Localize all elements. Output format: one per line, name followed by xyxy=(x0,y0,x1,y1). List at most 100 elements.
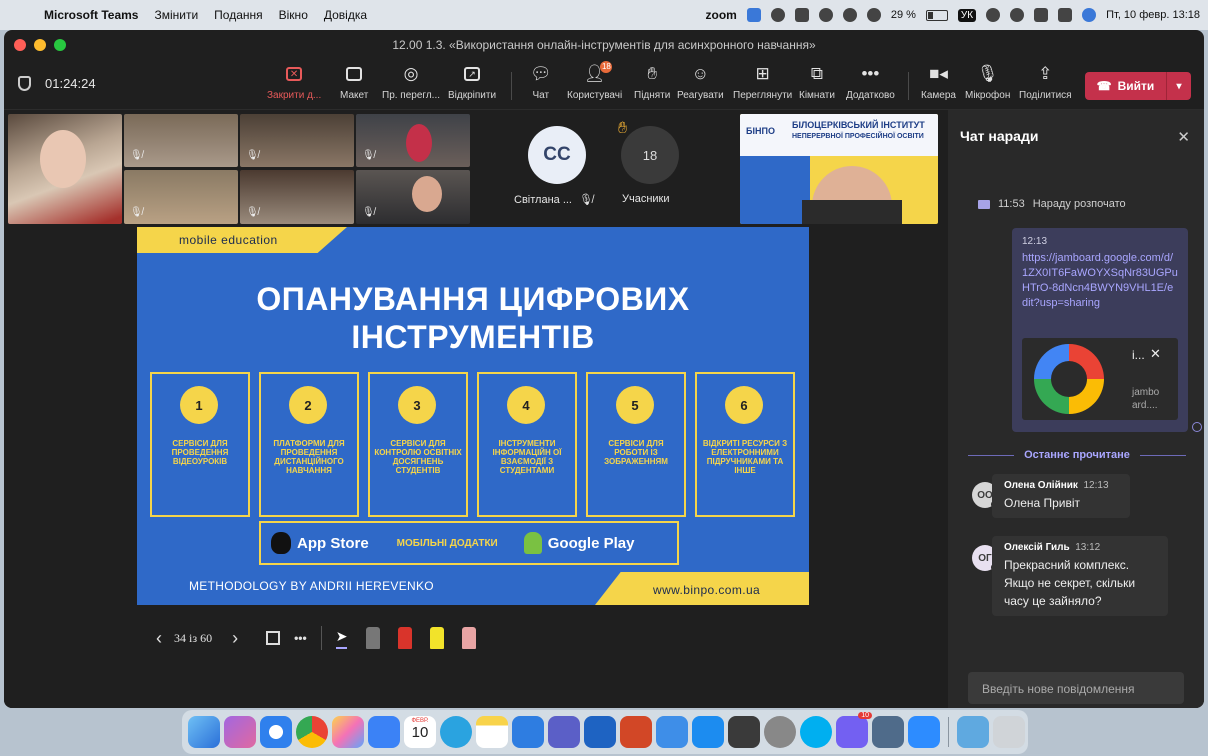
calendar-icon[interactable]: ФЕВР. 10 xyxy=(404,716,436,748)
menubar-clock[interactable]: Пт, 10 февр. 13:18 xyxy=(1106,9,1200,21)
launchpad-icon[interactable] xyxy=(224,716,256,748)
sync-icon[interactable] xyxy=(818,8,833,22)
slide-card: 2 ПЛАТФОРМИ ДЛЯ ПРОВЕДЕННЯ ДИСТАНЦІЙНОГО… xyxy=(259,372,359,517)
previous-slide-chevron-icon[interactable]: ‹ xyxy=(156,628,162,649)
siri-icon[interactable] xyxy=(1082,8,1097,22)
dropbox-app-icon[interactable] xyxy=(512,716,544,748)
meeting-toolbar: 01:24:24 ✕ Закрити д... Макет ◎ Пр. пере… xyxy=(4,60,1204,110)
word-icon[interactable] xyxy=(584,716,616,748)
app-stores-box: App Store МОБІЛЬНІ ДОДАТКИ Google Play xyxy=(259,521,679,565)
close-chat-icon[interactable]: ✕ xyxy=(1177,128,1190,146)
notes-icon[interactable] xyxy=(476,716,508,748)
menu-app-name[interactable]: Microsoft Teams xyxy=(36,8,146,22)
participant-video-tile[interactable]: 🎙︎̸ xyxy=(124,170,238,224)
app-store-icon[interactable] xyxy=(692,716,724,748)
react-button[interactable]: ☺ Реагувати xyxy=(677,64,724,101)
bluetooth-icon[interactable] xyxy=(1034,8,1049,22)
viber-icon[interactable]: 10 xyxy=(836,712,872,748)
play-icon[interactable] xyxy=(866,8,881,22)
menu-help[interactable]: Довідка xyxy=(316,8,375,22)
participant-avatar[interactable]: CC xyxy=(528,126,586,184)
eraser-tool-icon[interactable] xyxy=(366,627,381,649)
participant-video-tile[interactable]: 🎙︎̸ xyxy=(124,114,238,167)
photos-icon[interactable] xyxy=(332,716,364,748)
powerpoint-icon[interactable] xyxy=(620,716,652,748)
telegram-icon[interactable] xyxy=(440,716,472,748)
menu-edit[interactable]: Змінити xyxy=(146,8,206,22)
leave-options-chevron-icon[interactable]: ▾ xyxy=(1167,81,1191,92)
preview-app-icon[interactable] xyxy=(872,716,904,748)
presenter-view-button[interactable]: ◎ Пр. перегл... xyxy=(382,64,440,101)
participant-video-tile[interactable]: 🎙︎̸ xyxy=(356,170,470,224)
trash-icon[interactable] xyxy=(993,716,1025,748)
highlighter-tool-icon[interactable] xyxy=(430,627,445,649)
link-preview-card[interactable]: i... ✕ jambo ard.... xyxy=(1022,338,1178,420)
zoom-app-icon[interactable] xyxy=(908,716,940,748)
breakout-rooms-button[interactable]: ⧉ Кімнати xyxy=(799,64,835,101)
more-options-icon[interactable]: ••• xyxy=(294,631,307,645)
participants-count-circle[interactable]: 18 xyxy=(621,126,679,184)
microphone-button[interactable]: 🎙︎ Мікрофон xyxy=(965,64,1010,101)
meeting-started-time: 11:53 xyxy=(998,198,1025,210)
spotlight-search-icon[interactable] xyxy=(1010,8,1025,22)
finder-icon[interactable] xyxy=(188,716,220,748)
battery-percent: 29 % xyxy=(890,9,916,21)
system-preferences-icon[interactable] xyxy=(764,716,796,748)
battery-icon[interactable] xyxy=(925,9,948,21)
chat-message: Олена Олійник 12:13 Олена Привіт xyxy=(992,474,1130,518)
participant-video-tile[interactable]: 🎙︎̸ xyxy=(240,114,354,167)
slide-card: 4 ІНСТРУМЕНТИ ІНФОРМАЦІЙН ОЇ ВЗАЄМОДІЇ З… xyxy=(477,372,577,517)
control-center-icon[interactable] xyxy=(986,8,1001,22)
participant-video-tile[interactable] xyxy=(8,114,122,224)
pink-pen-tool-icon[interactable] xyxy=(462,627,477,649)
teams-app-icon[interactable] xyxy=(548,716,580,748)
card-text: СЕРВІСИ ДЛЯ ПРОВЕДЕННЯ ВІДЕОУРОКІВ xyxy=(171,439,229,466)
raise-hand-button[interactable]: ✋︎ Підняти xyxy=(634,64,670,101)
safari-icon[interactable] xyxy=(260,716,292,748)
people-button[interactable]: 👤︎ 18 Користувачі xyxy=(567,61,622,101)
leave-main[interactable]: ☎ Вийти xyxy=(1085,72,1167,100)
chrome-icon[interactable] xyxy=(296,716,328,748)
share-button[interactable]: ⇪ Поділитися xyxy=(1019,64,1072,101)
message-time: 12:13 xyxy=(1083,480,1109,491)
compose-message-input[interactable]: Введіть нове повідомлення xyxy=(968,672,1184,704)
menu-window[interactable]: Вікно xyxy=(271,8,316,22)
muted-mic-icon: 🎙︎̸ xyxy=(130,207,143,218)
participant-video-tile[interactable]: 🎙︎̸ xyxy=(240,170,354,224)
red-pen-tool-icon[interactable] xyxy=(398,627,413,649)
chat-button[interactable]: 💬︎ Чат xyxy=(530,64,552,101)
smile-icon: ☺ xyxy=(691,64,710,83)
keyboard-layout-badge[interactable]: УК xyxy=(957,8,977,22)
slide-grid-icon[interactable] xyxy=(266,631,281,645)
close-preview-icon[interactable]: ✕ xyxy=(1150,346,1161,362)
view-button[interactable]: ⊞ Переглянути xyxy=(733,64,792,101)
calculator-icon[interactable] xyxy=(728,716,760,748)
read-receipt-icon xyxy=(1192,422,1202,432)
muted-mic-icon: 🎙︎̸ xyxy=(130,150,143,161)
pop-out-button[interactable]: ↗ Відкріпити xyxy=(448,64,496,101)
next-slide-chevron-icon[interactable]: › xyxy=(232,628,238,649)
menu-view[interactable]: Подання xyxy=(206,8,270,22)
camera-button[interactable]: ■◂ Камера xyxy=(921,64,956,101)
participant-video-tile[interactable]: 🎙︎̸ xyxy=(356,114,470,167)
pointer-tool-icon[interactable]: ➤ xyxy=(335,628,348,649)
zoom-tray-icon[interactable] xyxy=(746,8,761,22)
more-button[interactable]: ••• Додатково xyxy=(846,64,895,101)
slide-headline-line2: ІНСТРУМЕНТІВ xyxy=(351,319,595,355)
stop-sharing-button[interactable]: ✕ Закрити д... xyxy=(267,64,321,101)
skype-icon[interactable] xyxy=(800,716,832,748)
presenter-video-tile[interactable]: БІНПО БІЛОЦЕРКІВСЬКИЙ ІНСТИТУТ НЕПЕРЕРВН… xyxy=(740,114,938,224)
participant-face xyxy=(412,176,442,212)
textedit-icon[interactable] xyxy=(656,716,688,748)
vpn-shield-icon[interactable] xyxy=(770,8,785,22)
hand-icon: ✋︎ xyxy=(647,64,658,83)
cloud-icon[interactable] xyxy=(842,8,857,22)
zoom-tray-label[interactable]: zoom xyxy=(705,8,736,22)
dropbox-icon[interactable] xyxy=(794,8,809,22)
layout-button[interactable]: Макет xyxy=(340,64,368,101)
downloads-folder-icon[interactable] xyxy=(957,716,989,748)
leave-button[interactable]: ☎ Вийти ▾ xyxy=(1085,72,1191,100)
jamboard-link[interactable]: https://jamboard.google.com/d/1ZX0IT6FaW… xyxy=(1022,251,1178,311)
mail-icon[interactable] xyxy=(368,716,400,748)
wifi-icon[interactable] xyxy=(1058,8,1073,22)
